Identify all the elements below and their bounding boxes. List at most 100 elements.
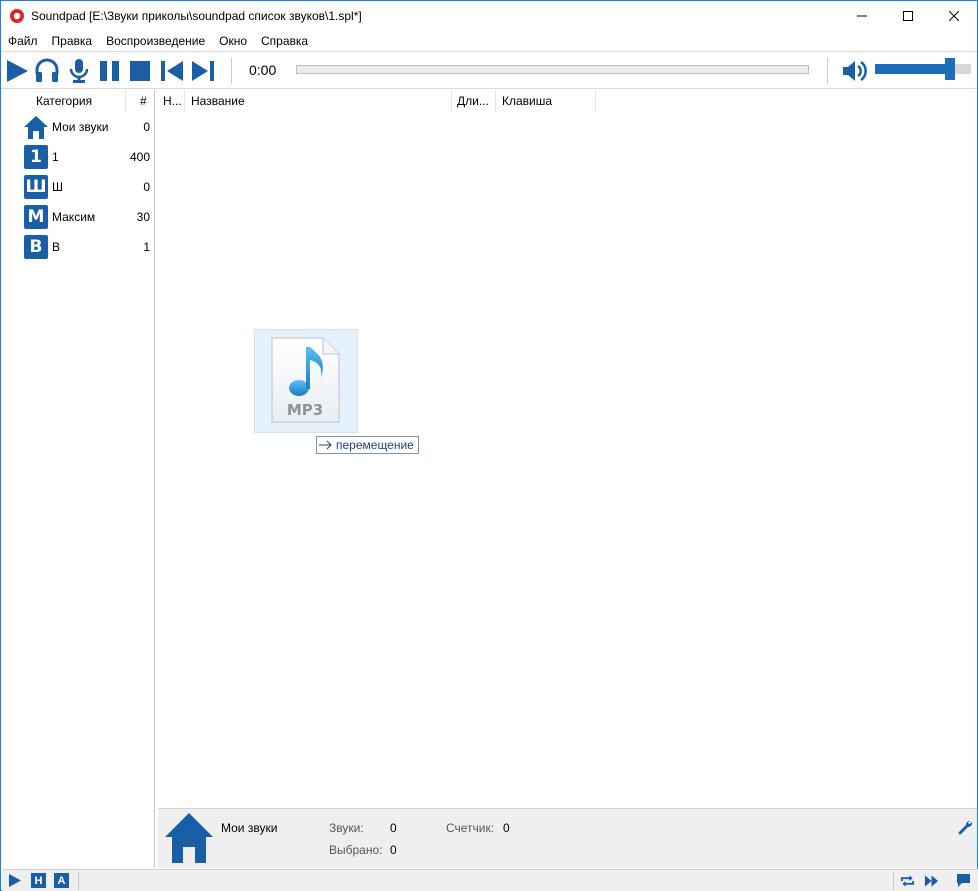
- toolbar-divider: [827, 58, 828, 84]
- category-item[interactable]: ВВ 1: [2, 232, 155, 262]
- menu-bar: Файл Правка Воспроизведение Окно Справка: [1, 31, 977, 51]
- category-name: Максим: [52, 210, 96, 224]
- play-icon: [7, 60, 28, 82]
- status-play-button[interactable]: [7, 873, 22, 888]
- microphone-icon: [69, 59, 89, 83]
- column-divider[interactable]: [451, 90, 452, 112]
- selected-value: 0: [390, 843, 397, 857]
- sounds-value: 0: [390, 821, 397, 835]
- status-bar: H A: [2, 869, 978, 891]
- fast-forward-icon: [924, 874, 939, 887]
- column-divider[interactable]: [184, 90, 185, 112]
- status-divider: [78, 872, 79, 890]
- close-icon: [949, 11, 959, 21]
- category-list-header: Категория #: [2, 90, 155, 112]
- category-letter-icon: 1: [24, 145, 48, 169]
- previous-icon: [161, 61, 183, 81]
- soundpad-logo-icon: [10, 9, 24, 23]
- arrow-right-icon: [319, 440, 332, 450]
- category-count: 1: [143, 240, 150, 254]
- category-info-panel: Мои звуки Звуки: 0 Счетчик: 0 Выбрано: 0: [158, 808, 977, 868]
- volume-slider-thumb[interactable]: [945, 58, 955, 80]
- category-item[interactable]: 1 1 400: [2, 142, 155, 172]
- menu-edit[interactable]: Правка: [45, 34, 100, 48]
- column-divider[interactable]: [495, 90, 496, 112]
- mute-button[interactable]: [840, 57, 868, 85]
- sound-list[interactable]: Н... Название Дли... Клавиша: [158, 90, 977, 807]
- category-letter-icon: М: [24, 205, 48, 229]
- file-type-label: MP3: [287, 401, 323, 419]
- toolbar: 0:00: [1, 51, 977, 89]
- close-button[interactable]: [931, 1, 977, 31]
- category-name: В: [52, 240, 61, 254]
- drag-move-tooltip: перемещение: [316, 436, 419, 454]
- previous-button[interactable]: [158, 57, 186, 85]
- category-item[interactable]: М Максим 30: [2, 202, 155, 232]
- column-header-number[interactable]: Н...: [163, 94, 182, 108]
- column-header-title[interactable]: Название: [191, 94, 245, 108]
- sounds-label: Звуки:: [329, 821, 364, 835]
- menu-help[interactable]: Справка: [254, 34, 315, 48]
- volume-slider-fill: [875, 64, 948, 74]
- repeat-button[interactable]: [900, 873, 915, 888]
- fast-forward-button[interactable]: [924, 873, 939, 888]
- home-icon: [165, 813, 213, 863]
- category-count: 0: [143, 120, 150, 134]
- play-button[interactable]: [3, 57, 31, 85]
- play-to-headphones-button[interactable]: [33, 57, 61, 85]
- window-title: Soundpad [E:\Звуки приколы\soundpad спис…: [31, 9, 362, 23]
- minimize-button[interactable]: [839, 1, 885, 31]
- category-count: 400: [129, 150, 150, 164]
- counter-label: Счетчик:: [446, 821, 495, 835]
- category-name: Ш: [52, 180, 63, 194]
- category-name: Мои звуки: [52, 120, 109, 134]
- speaker-icon: [843, 60, 867, 82]
- status-divider: [893, 872, 894, 890]
- home-icon: [24, 115, 48, 139]
- menu-file[interactable]: Файл: [1, 34, 45, 48]
- selected-label: Выбрано:: [329, 843, 383, 857]
- elapsed-time: 0:00: [249, 62, 277, 78]
- category-item[interactable]: ШШ 0: [2, 172, 155, 202]
- repeat-icon: [900, 874, 915, 887]
- wrench-icon[interactable]: [957, 819, 973, 835]
- stop-button[interactable]: [126, 57, 154, 85]
- app-window: Soundpad [E:\Звуки приколы\soundpad спис…: [0, 0, 978, 891]
- toolbar-divider: [231, 58, 232, 84]
- microphone-button[interactable]: [65, 57, 93, 85]
- current-category-name: Мои звуки: [221, 821, 278, 835]
- minimize-icon: [857, 15, 867, 17]
- category-letter-icon: Ш: [24, 175, 48, 199]
- column-header-count[interactable]: #: [140, 94, 147, 108]
- feedback-button[interactable]: [956, 873, 971, 888]
- column-header-duration[interactable]: Дли...: [457, 94, 489, 108]
- category-count: 30: [136, 210, 150, 224]
- column-divider[interactable]: [125, 90, 126, 112]
- column-header-hotkey[interactable]: Клавиша: [502, 94, 552, 108]
- menu-playback[interactable]: Воспроизведение: [99, 34, 212, 48]
- column-header-category[interactable]: Категория: [36, 94, 92, 108]
- stop-icon: [130, 61, 150, 81]
- status-a-button[interactable]: A: [54, 873, 69, 888]
- category-item[interactable]: Мои звуки 0: [2, 112, 155, 142]
- counter-value: 0: [503, 821, 510, 835]
- menu-window[interactable]: Окно: [212, 34, 254, 48]
- dragged-file-ghost: MP3: [254, 329, 358, 433]
- mp3-file-icon: MP3: [271, 337, 340, 423]
- status-h-button[interactable]: H: [31, 873, 46, 888]
- sound-list-header: Н... Название Дли... Клавиша: [158, 90, 977, 112]
- category-panel: Категория # Мои звуки 0 1 1 400 Ш Ш 0 М Максим 30 В…: [2, 90, 155, 868]
- pause-button[interactable]: [96, 57, 124, 85]
- title-bar[interactable]: Soundpad [E:\Звуки приколы\soundpad спис…: [1, 1, 977, 31]
- category-letter-icon: В: [24, 235, 48, 259]
- next-button[interactable]: [189, 57, 217, 85]
- headphones-icon: [35, 58, 59, 82]
- seek-bar[interactable]: [296, 65, 809, 74]
- speech-bubble-icon: [957, 874, 970, 887]
- drag-tooltip-text: перемещение: [336, 438, 414, 452]
- column-divider[interactable]: [595, 90, 596, 112]
- next-icon: [192, 61, 214, 81]
- pause-icon: [100, 61, 119, 81]
- category-count: 0: [143, 180, 150, 194]
- maximize-button[interactable]: [885, 1, 931, 31]
